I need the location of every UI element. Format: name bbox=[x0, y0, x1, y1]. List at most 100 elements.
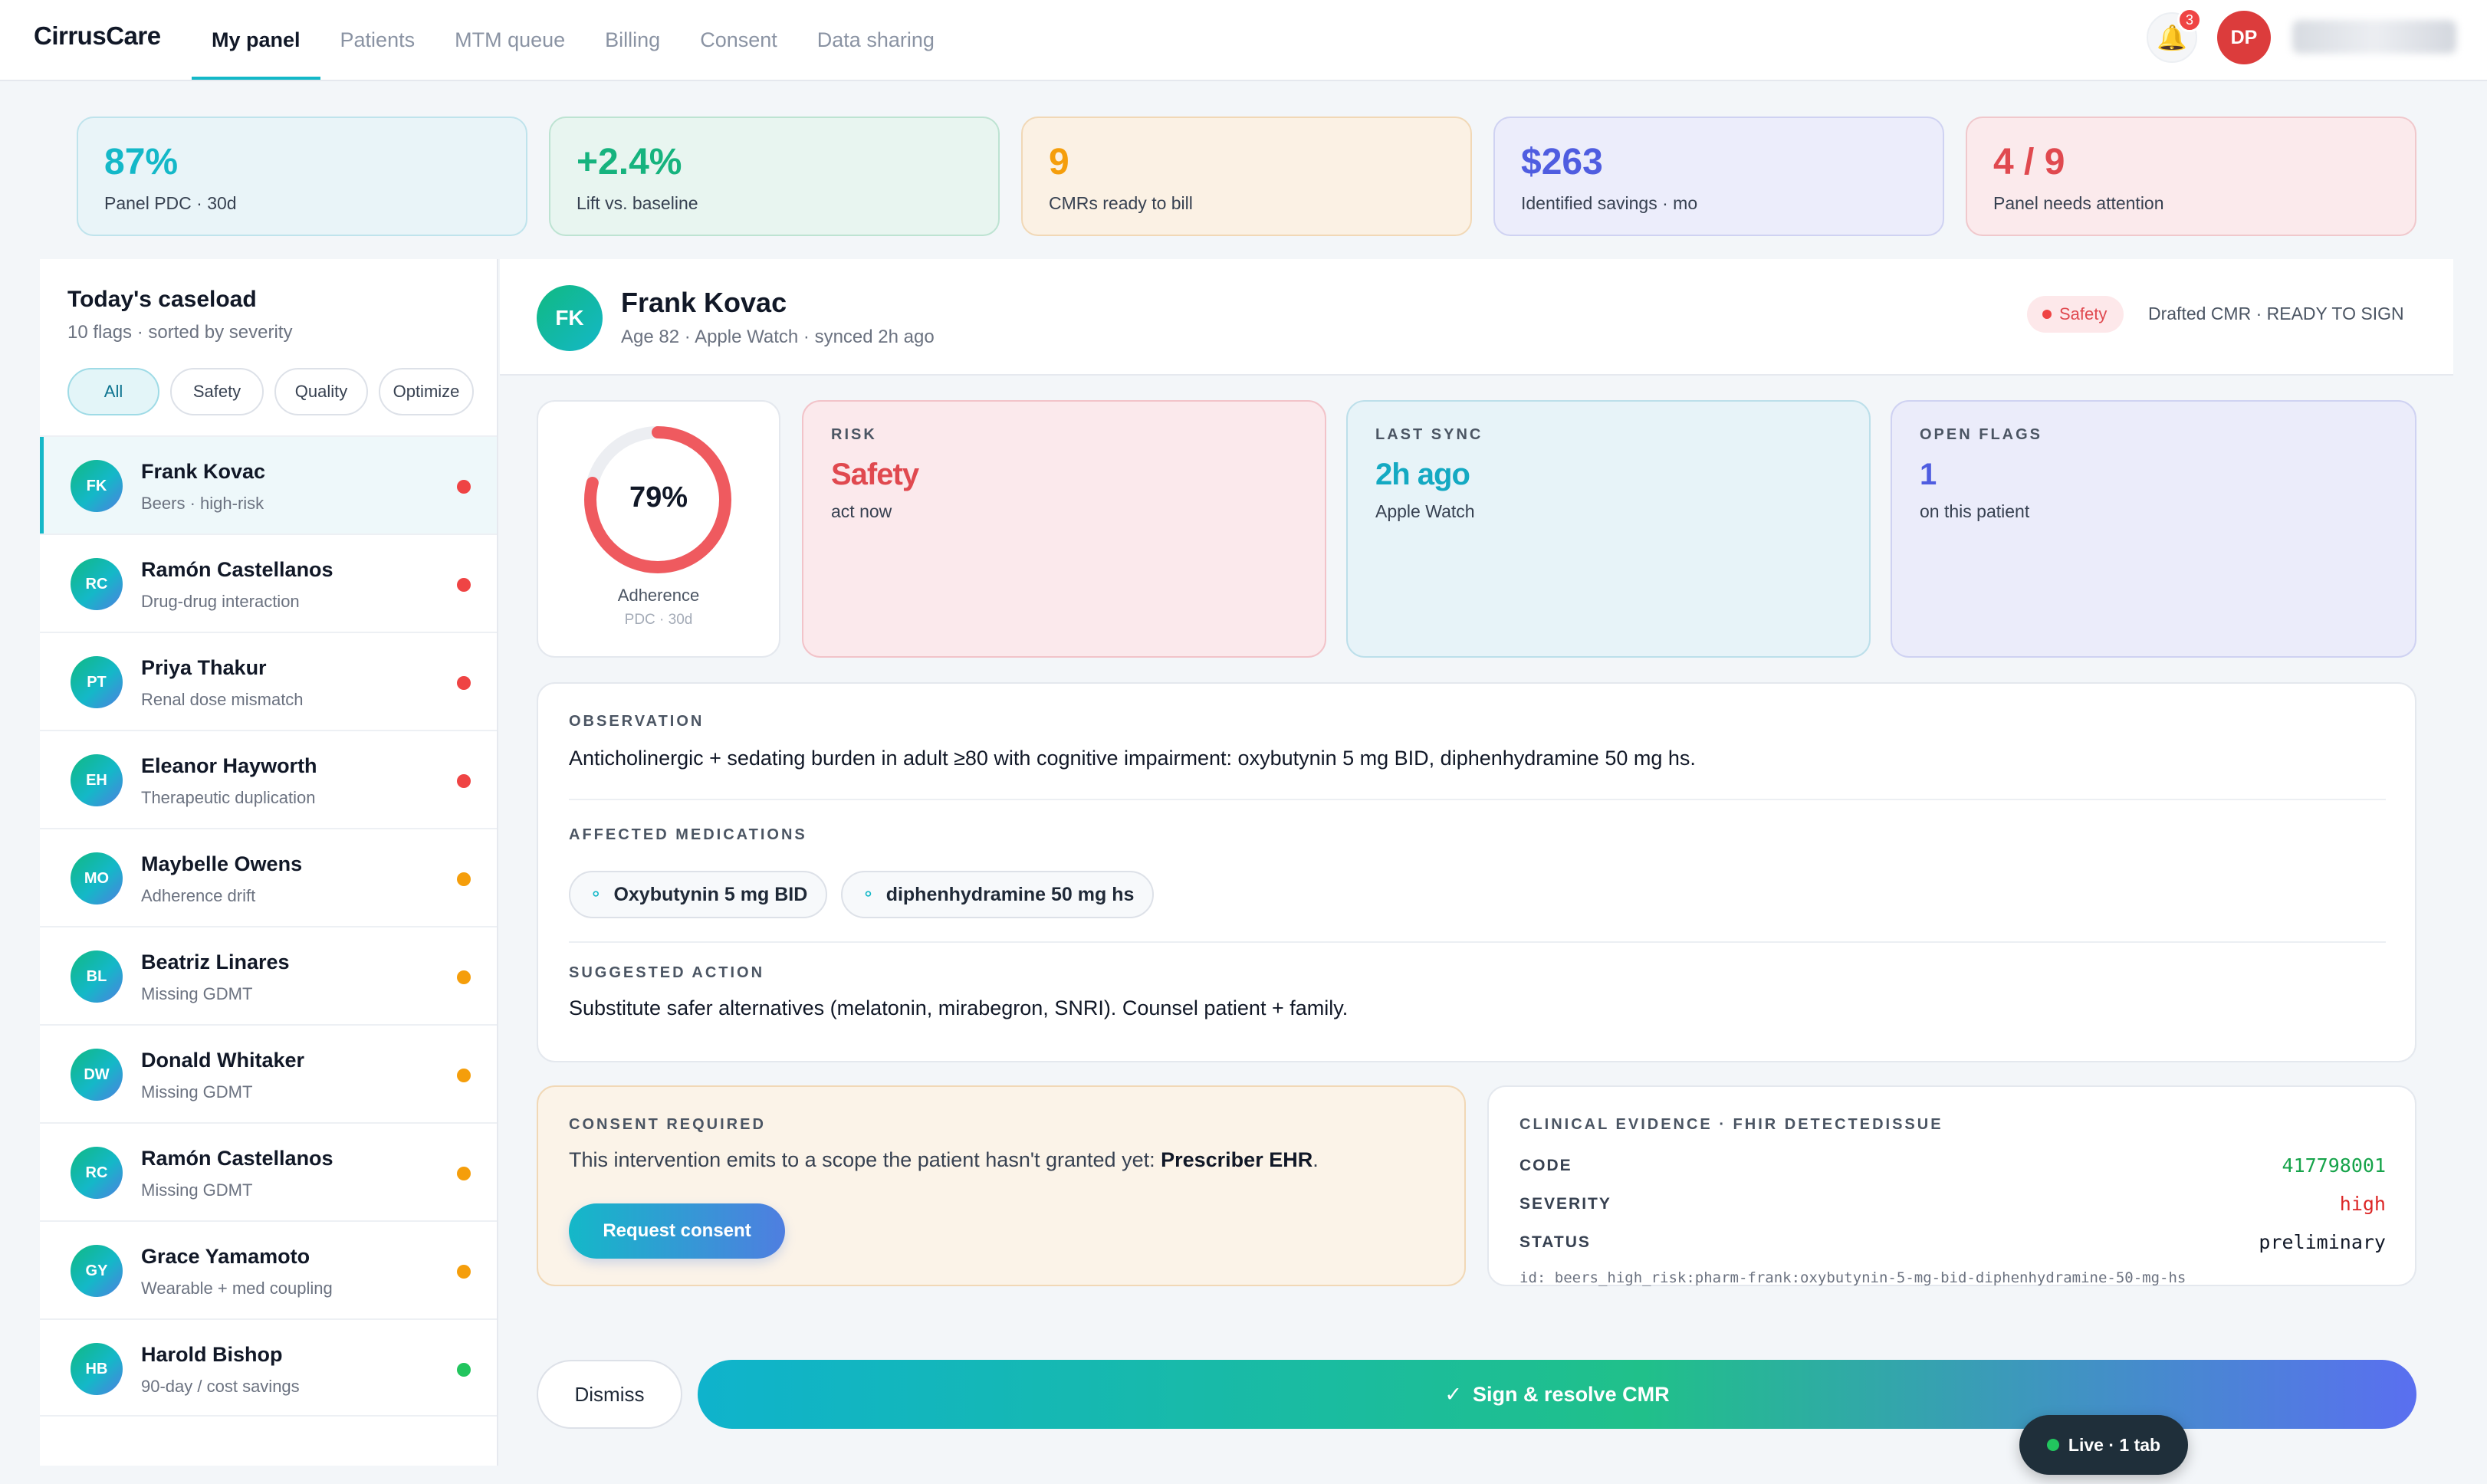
list-item[interactable]: RC Ramón Castellanos Drug-drug interacti… bbox=[40, 534, 497, 632]
flag-description: Wearable + med coupling bbox=[141, 1279, 333, 1298]
dismiss-button[interactable]: Dismiss bbox=[537, 1360, 682, 1429]
kpi-label: Panel needs attention bbox=[1993, 193, 2164, 213]
list-item[interactable]: HB Harold Bishop 90-day / cost savings bbox=[40, 1318, 497, 1417]
last-sync-card: LAST SYNC 2h ago Apple Watch bbox=[1346, 400, 1871, 658]
patient-name: Eleanor Hayworth bbox=[141, 754, 317, 777]
flag-description: Missing GDMT bbox=[141, 1180, 253, 1200]
list-item[interactable]: RC Ramón Castellanos Missing GDMT bbox=[40, 1122, 497, 1220]
user-avatar[interactable]: DP bbox=[2217, 11, 2271, 64]
flag-description: Beers · high-risk bbox=[141, 494, 264, 513]
patient-name: Frank Kovac bbox=[141, 460, 266, 483]
severity-dot bbox=[457, 1363, 471, 1377]
adherence-sublabel: PDC · 30d bbox=[624, 612, 693, 628]
caseload-title: Today's caseload bbox=[67, 287, 257, 312]
flags-caption: OPEN FLAGS bbox=[1920, 426, 2043, 443]
flag-description: Renal dose mismatch bbox=[141, 690, 304, 709]
list-item[interactable]: GY Grace Yamamoto Wearable + med couplin… bbox=[40, 1220, 497, 1318]
kpi-value: +2.4% bbox=[577, 142, 682, 182]
severity-dot bbox=[457, 578, 471, 592]
evidence-value: 417798001 bbox=[2282, 1154, 2386, 1177]
kpi-savings: $263 Identified savings · mo bbox=[1493, 117, 1944, 236]
filter-safety[interactable]: Safety bbox=[170, 368, 264, 415]
list-item[interactable]: PT Priya Thakur Renal dose mismatch bbox=[40, 632, 497, 730]
flags-value: 1 bbox=[1920, 458, 1937, 491]
patient-name: Ramón Castellanos bbox=[141, 1147, 333, 1170]
sync-value: 2h ago bbox=[1375, 458, 1470, 491]
flag-description: Adherence drift bbox=[141, 886, 256, 905]
tab-billing[interactable]: Billing bbox=[585, 0, 680, 80]
avatar: FK bbox=[71, 460, 123, 512]
status-dot bbox=[2042, 310, 2052, 319]
filter-all[interactable]: All bbox=[67, 368, 159, 415]
severity-dot bbox=[457, 1265, 471, 1279]
list-item[interactable]: EH Eleanor Hayworth Therapeutic duplicat… bbox=[40, 730, 497, 828]
medication-chips: ⚬ Oxybutynin 5 mg BID ⚬ diphenhydramine … bbox=[569, 871, 1155, 918]
avatar: GY bbox=[71, 1245, 123, 1297]
avatar: HB bbox=[71, 1343, 123, 1395]
list-item[interactable]: MO Maybelle Owens Adherence drift bbox=[40, 828, 497, 926]
filter-quality[interactable]: Quality bbox=[274, 368, 368, 415]
evidence-row: STATUS preliminary bbox=[1519, 1231, 2386, 1253]
patient-meta: Age 82 · Apple Watch · synced 2h ago bbox=[621, 327, 935, 347]
patient-name: Beatriz Linares bbox=[141, 950, 290, 973]
list-item[interactable]: BL Beatriz Linares Missing GDMT bbox=[40, 926, 497, 1024]
live-label: Live · 1 tab bbox=[2068, 1434, 2161, 1455]
severity-dot bbox=[457, 480, 471, 494]
live-dot bbox=[2046, 1439, 2059, 1451]
filter-optimize[interactable]: Optimize bbox=[379, 368, 474, 415]
evidence-value: high bbox=[2339, 1193, 2386, 1215]
filter-pills: All Safety Quality Optimize bbox=[67, 368, 474, 415]
kpi-value: 9 bbox=[1049, 142, 1069, 182]
caseload-sidebar: Today's caseload 10 flags · sorted by se… bbox=[40, 259, 498, 1466]
cmr-status: Drafted CMR · READY TO SIGN bbox=[2148, 304, 2404, 323]
meds-caption: AFFECTED MEDICATIONS bbox=[569, 826, 807, 843]
flag-description: Therapeutic duplication bbox=[141, 788, 316, 807]
severity-dot bbox=[457, 872, 471, 886]
evidence-caption: CLINICAL EVIDENCE · FHIR DETECTEDISSUE bbox=[1519, 1116, 1943, 1133]
observation-text: Anticholinergic + sedating burden in adu… bbox=[569, 747, 1696, 770]
evidence-value: preliminary bbox=[2259, 1231, 2386, 1253]
list-item[interactable]: DW Donald Whitaker Missing GDMT bbox=[40, 1024, 497, 1122]
evidence-key: CODE bbox=[1519, 1156, 1572, 1174]
evidence-key: STATUS bbox=[1519, 1233, 1591, 1251]
medication-label: Oxybutynin 5 mg BID bbox=[613, 883, 808, 905]
flag-description: Missing GDMT bbox=[141, 1082, 253, 1102]
kpi-panel-pdc: 87% Panel PDC · 30d bbox=[77, 117, 527, 236]
pill-icon: ⚬ bbox=[861, 885, 876, 904]
divider bbox=[569, 941, 2386, 943]
risk-caption: RISK bbox=[831, 426, 877, 443]
flag-description: 90-day / cost savings bbox=[141, 1377, 300, 1396]
risk-card: RISK Safety act now bbox=[802, 400, 1326, 658]
severity-dot bbox=[457, 676, 471, 690]
patient-detail: FK Frank Kovac Age 82 · Apple Watch · sy… bbox=[500, 259, 2453, 1466]
live-indicator[interactable]: Live · 1 tab bbox=[2019, 1415, 2188, 1475]
tab-consent[interactable]: Consent bbox=[680, 0, 797, 80]
kpi-lift: +2.4% Lift vs. baseline bbox=[549, 117, 1000, 236]
list-item[interactable]: FK Frank Kovac Beers · high-risk bbox=[40, 435, 497, 534]
tab-patients[interactable]: Patients bbox=[320, 0, 435, 80]
tab-my-panel[interactable]: My panel bbox=[192, 0, 320, 80]
avatar: MO bbox=[71, 852, 123, 905]
consent-caption: CONSENT REQUIRED bbox=[569, 1116, 766, 1133]
status-badge: Safety bbox=[2027, 296, 2124, 333]
kpi-value: $263 bbox=[1521, 142, 1603, 182]
risk-value: Safety bbox=[831, 458, 919, 491]
patient-name: Donald Whitaker bbox=[141, 1049, 305, 1072]
severity-dot bbox=[457, 774, 471, 788]
evidence-key: SEVERITY bbox=[1519, 1194, 1611, 1213]
adherence-value: 79% bbox=[629, 481, 688, 514]
avatar: DW bbox=[71, 1049, 123, 1101]
avatar: BL bbox=[71, 950, 123, 1003]
medication-chip[interactable]: ⚬ diphenhydramine 50 mg hs bbox=[841, 871, 1155, 918]
medication-chip[interactable]: ⚬ Oxybutynin 5 mg BID bbox=[569, 871, 828, 918]
kpi-label: Identified savings · mo bbox=[1521, 193, 1698, 213]
avatar: EH bbox=[71, 754, 123, 806]
patient-name: Grace Yamamoto bbox=[141, 1245, 310, 1268]
tab-mtm-queue[interactable]: MTM queue bbox=[435, 0, 585, 80]
flags-sub: on this patient bbox=[1920, 501, 2030, 521]
brand-logo[interactable]: CirrusCare bbox=[34, 21, 161, 51]
status-badge-label: Safety bbox=[2059, 304, 2108, 323]
tab-data-sharing[interactable]: Data sharing bbox=[797, 0, 954, 80]
consent-text: This intervention emits to a scope the p… bbox=[569, 1148, 1319, 1172]
request-consent-button[interactable]: Request consent bbox=[569, 1203, 785, 1259]
